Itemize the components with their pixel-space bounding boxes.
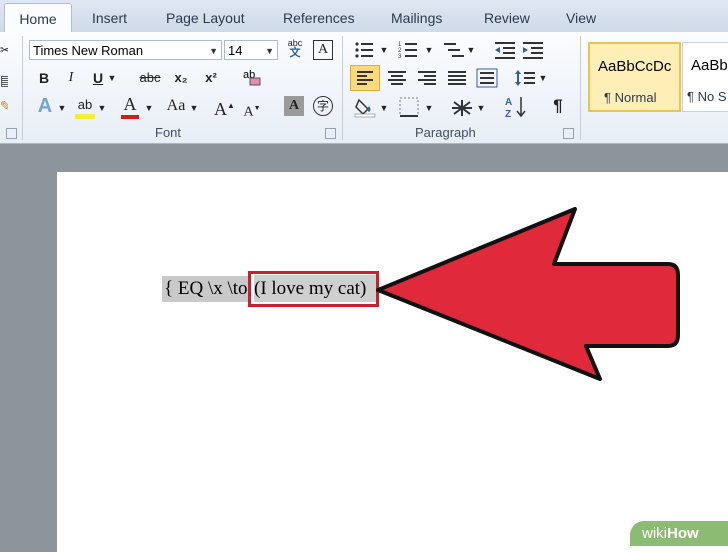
pointer-arrow bbox=[376, 207, 680, 381]
wikihow-watermark: wikiHow bbox=[630, 521, 728, 546]
